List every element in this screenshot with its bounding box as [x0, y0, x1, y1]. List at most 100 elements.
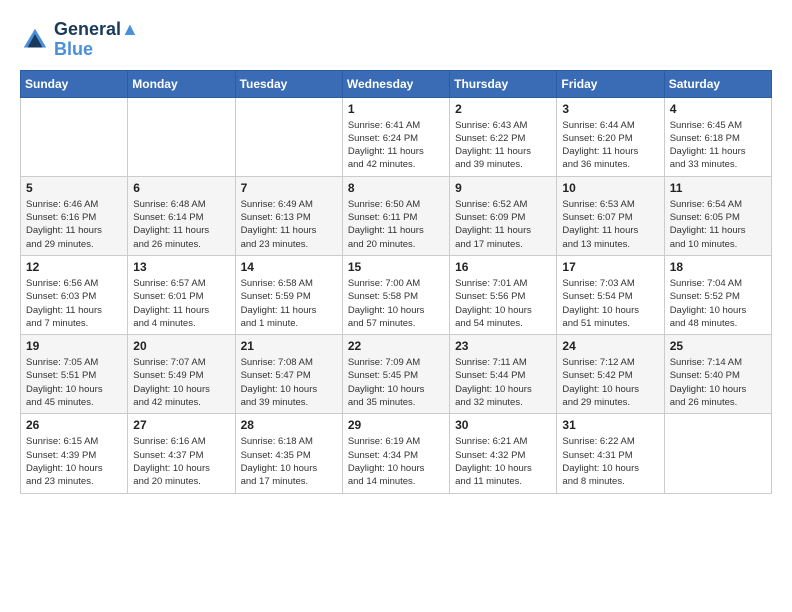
day-info: Sunrise: 7:01 AMSunset: 5:56 PMDaylight:…	[455, 277, 551, 330]
calendar-cell: 18 Sunrise: 7:04 AMSunset: 5:52 PMDayligh…	[664, 255, 771, 334]
calendar-week-row: 1 Sunrise: 6:41 AMSunset: 6:24 PMDaylight…	[21, 97, 772, 176]
calendar-cell: 17 Sunrise: 7:03 AMSunset: 5:54 PMDayligh…	[557, 255, 664, 334]
day-info: Sunrise: 6:52 AMSunset: 6:09 PMDaylight:…	[455, 198, 551, 251]
day-number: 26	[26, 418, 122, 432]
calendar-cell: 22Sunrise: 7:09 AMSunset: 5:45 PMDayligh…	[342, 335, 449, 414]
day-number: 4	[670, 102, 766, 116]
day-number: 24	[562, 339, 658, 353]
calendar-cell: 9 Sunrise: 6:52 AMSunset: 6:09 PMDaylight…	[450, 176, 557, 255]
calendar-cell: 30 Sunrise: 6:21 AMSunset: 4:32 PMDayligh…	[450, 414, 557, 493]
calendar-cell: 27 Sunrise: 6:16 AMSunset: 4:37 PMDayligh…	[128, 414, 235, 493]
day-info: Sunrise: 6:19 AMSunset: 4:34 PMDaylight:…	[348, 435, 444, 488]
day-info: Sunrise: 7:03 AMSunset: 5:54 PMDaylight:…	[562, 277, 658, 330]
weekday-header-sunday: Sunday	[21, 70, 128, 97]
day-info: Sunrise: 7:00 AMSunset: 5:58 PMDaylight:…	[348, 277, 444, 330]
calendar-table: SundayMondayTuesdayWednesdayThursdayFrid…	[20, 70, 772, 494]
day-number: 9	[455, 181, 551, 195]
day-number: 2	[455, 102, 551, 116]
day-info: Sunrise: 7:08 AMSunset: 5:47 PMDaylight:…	[241, 356, 337, 409]
day-info: Sunrise: 6:43 AMSunset: 6:22 PMDaylight:…	[455, 119, 551, 172]
day-number: 14	[241, 260, 337, 274]
weekday-header-monday: Monday	[128, 70, 235, 97]
day-info: Sunrise: 6:58 AMSunset: 5:59 PMDaylight:…	[241, 277, 337, 330]
calendar-cell: 12 Sunrise: 6:56 AMSunset: 6:03 PMDayligh…	[21, 255, 128, 334]
calendar-cell: 6 Sunrise: 6:48 AMSunset: 6:14 PMDaylight…	[128, 176, 235, 255]
day-info: Sunrise: 7:12 AMSunset: 5:42 PMDaylight:…	[562, 356, 658, 409]
day-number: 12	[26, 260, 122, 274]
calendar-cell: 16 Sunrise: 7:01 AMSunset: 5:56 PMDayligh…	[450, 255, 557, 334]
day-number: 19	[26, 339, 122, 353]
calendar-cell: 2 Sunrise: 6:43 AMSunset: 6:22 PMDaylight…	[450, 97, 557, 176]
day-number: 3	[562, 102, 658, 116]
day-number: 27	[133, 418, 229, 432]
calendar-cell: 19 Sunrise: 7:05 AMSunset: 5:51 PMDayligh…	[21, 335, 128, 414]
day-info: Sunrise: 6:56 AMSunset: 6:03 PMDaylight:…	[26, 277, 122, 330]
day-number: 21	[241, 339, 337, 353]
day-number: 20	[133, 339, 229, 353]
day-info: Sunrise: 6:45 AMSunset: 6:18 PMDaylight:…	[670, 119, 766, 172]
day-number: 31	[562, 418, 658, 432]
day-number: 25	[670, 339, 766, 353]
calendar-cell: 25 Sunrise: 7:14 AMSunset: 5:40 PMDayligh…	[664, 335, 771, 414]
calendar-cell: 5Sunrise: 6:46 AMSunset: 6:16 PMDaylight…	[21, 176, 128, 255]
day-number: 11	[670, 181, 766, 195]
calendar-cell: 31Sunrise: 6:22 AMSunset: 4:31 PMDayligh…	[557, 414, 664, 493]
day-info: Sunrise: 6:21 AMSunset: 4:32 PMDaylight:…	[455, 435, 551, 488]
day-info: Sunrise: 6:48 AMSunset: 6:14 PMDaylight:…	[133, 198, 229, 251]
day-info: Sunrise: 6:54 AMSunset: 6:05 PMDaylight:…	[670, 198, 766, 251]
calendar-cell: 26 Sunrise: 6:15 AMSunset: 4:39 PMDayligh…	[21, 414, 128, 493]
weekday-header-saturday: Saturday	[664, 70, 771, 97]
day-number: 16	[455, 260, 551, 274]
calendar-cell: 24 Sunrise: 7:12 AMSunset: 5:42 PMDayligh…	[557, 335, 664, 414]
calendar-week-row: 12 Sunrise: 6:56 AMSunset: 6:03 PMDayligh…	[21, 255, 772, 334]
weekday-header-row: SundayMondayTuesdayWednesdayThursdayFrid…	[21, 70, 772, 97]
day-number: 30	[455, 418, 551, 432]
calendar-cell	[128, 97, 235, 176]
calendar-week-row: 26 Sunrise: 6:15 AMSunset: 4:39 PMDayligh…	[21, 414, 772, 493]
day-info: Sunrise: 7:14 AMSunset: 5:40 PMDaylight:…	[670, 356, 766, 409]
logo-text: General▲Blue	[54, 20, 139, 60]
calendar-cell: 8Sunrise: 6:50 AMSunset: 6:11 PMDaylight…	[342, 176, 449, 255]
day-info: Sunrise: 6:15 AMSunset: 4:39 PMDaylight:…	[26, 435, 122, 488]
day-number: 15	[348, 260, 444, 274]
calendar-cell: 13Sunrise: 6:57 AMSunset: 6:01 PMDayligh…	[128, 255, 235, 334]
day-info: Sunrise: 7:04 AMSunset: 5:52 PMDaylight:…	[670, 277, 766, 330]
day-info: Sunrise: 6:16 AMSunset: 4:37 PMDaylight:…	[133, 435, 229, 488]
calendar-cell: 3Sunrise: 6:44 AMSunset: 6:20 PMDaylight…	[557, 97, 664, 176]
day-number: 5	[26, 181, 122, 195]
weekday-header-friday: Friday	[557, 70, 664, 97]
day-number: 18	[670, 260, 766, 274]
weekday-header-wednesday: Wednesday	[342, 70, 449, 97]
logo: General▲Blue	[20, 20, 139, 60]
calendar-cell: 10Sunrise: 6:53 AMSunset: 6:07 PMDayligh…	[557, 176, 664, 255]
calendar-cell: 20 Sunrise: 7:07 AMSunset: 5:49 PMDayligh…	[128, 335, 235, 414]
calendar-cell: 21 Sunrise: 7:08 AMSunset: 5:47 PMDayligh…	[235, 335, 342, 414]
calendar-week-row: 5Sunrise: 6:46 AMSunset: 6:16 PMDaylight…	[21, 176, 772, 255]
weekday-header-thursday: Thursday	[450, 70, 557, 97]
calendar-cell: 23Sunrise: 7:11 AMSunset: 5:44 PMDayligh…	[450, 335, 557, 414]
day-info: Sunrise: 6:18 AMSunset: 4:35 PMDaylight:…	[241, 435, 337, 488]
day-info: Sunrise: 6:49 AMSunset: 6:13 PMDaylight:…	[241, 198, 337, 251]
day-number: 13	[133, 260, 229, 274]
weekday-header-tuesday: Tuesday	[235, 70, 342, 97]
day-number: 1	[348, 102, 444, 116]
calendar-week-row: 19 Sunrise: 7:05 AMSunset: 5:51 PMDayligh…	[21, 335, 772, 414]
day-info: Sunrise: 7:05 AMSunset: 5:51 PMDaylight:…	[26, 356, 122, 409]
calendar-cell: 11 Sunrise: 6:54 AMSunset: 6:05 PMDayligh…	[664, 176, 771, 255]
calendar-cell: 15 Sunrise: 7:00 AMSunset: 5:58 PMDayligh…	[342, 255, 449, 334]
calendar-cell: 7 Sunrise: 6:49 AMSunset: 6:13 PMDaylight…	[235, 176, 342, 255]
day-number: 23	[455, 339, 551, 353]
calendar-cell: 1 Sunrise: 6:41 AMSunset: 6:24 PMDaylight…	[342, 97, 449, 176]
day-info: Sunrise: 6:50 AMSunset: 6:11 PMDaylight:…	[348, 198, 444, 251]
calendar-cell: 4 Sunrise: 6:45 AMSunset: 6:18 PMDaylight…	[664, 97, 771, 176]
day-number: 17	[562, 260, 658, 274]
calendar-cell	[664, 414, 771, 493]
calendar-cell	[235, 97, 342, 176]
calendar-cell	[21, 97, 128, 176]
day-number: 7	[241, 181, 337, 195]
day-info: Sunrise: 7:09 AMSunset: 5:45 PMDaylight:…	[348, 356, 444, 409]
day-number: 28	[241, 418, 337, 432]
day-number: 6	[133, 181, 229, 195]
day-info: Sunrise: 6:41 AMSunset: 6:24 PMDaylight:…	[348, 119, 444, 172]
day-info: Sunrise: 7:07 AMSunset: 5:49 PMDaylight:…	[133, 356, 229, 409]
